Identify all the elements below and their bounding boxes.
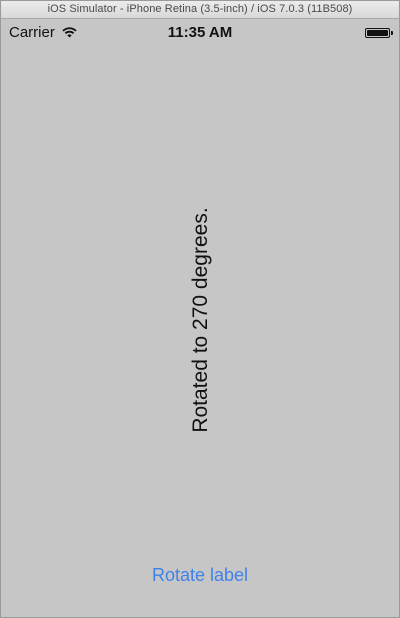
battery-level [367, 30, 388, 36]
battery-icon [365, 28, 393, 38]
rotated-label: Rotated to 270 degrees. [189, 207, 212, 433]
simulator-window: iOS Simulator - iPhone Retina (3.5-inch)… [0, 0, 400, 618]
window-title: iOS Simulator - iPhone Retina (3.5-inch)… [1, 1, 399, 19]
battery-tip [391, 31, 393, 35]
status-time: 11:35 AM [167, 24, 233, 41]
device-screen: Carrier 11:35 AM Rotated to 270 degrees.… [1, 19, 399, 617]
rotate-label-button[interactable]: Rotate label [1, 565, 399, 586]
status-bar: Carrier 11:35 AM [1, 19, 399, 47]
